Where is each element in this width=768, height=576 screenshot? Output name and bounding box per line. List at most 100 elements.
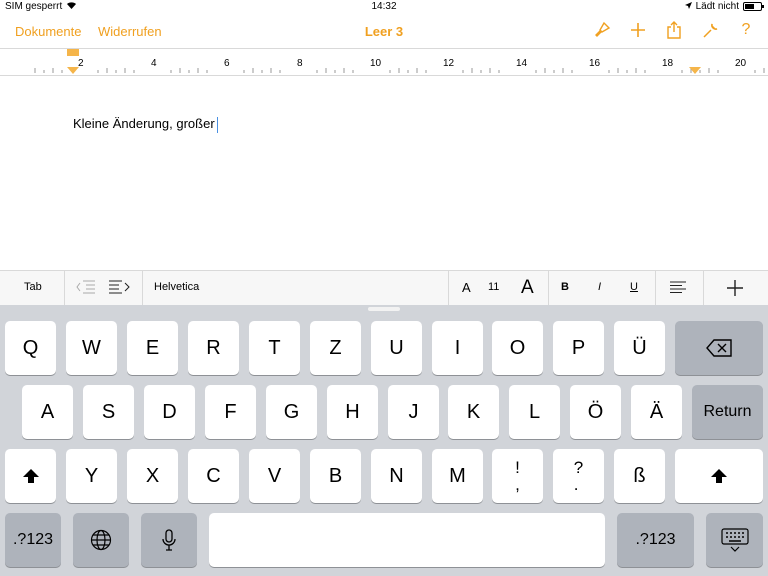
key-oe[interactable]: Ö xyxy=(570,385,621,439)
key-z[interactable]: Z xyxy=(310,321,361,375)
key-i[interactable]: I xyxy=(432,321,483,375)
divider xyxy=(548,271,549,305)
document-canvas[interactable]: Kleine Änderung, großer xyxy=(0,75,768,270)
key-l[interactable]: L xyxy=(509,385,560,439)
shift-icon xyxy=(22,469,39,483)
divider xyxy=(448,271,449,305)
key-question-period[interactable]: ? . xyxy=(553,449,604,503)
document-text: Kleine Änderung, großer xyxy=(73,116,215,131)
shift-icon xyxy=(711,469,727,483)
key-g[interactable]: G xyxy=(266,385,317,439)
keyboard: Q W E R T Z U I O P Ü A S D F G H J K L … xyxy=(0,305,768,576)
outdent-icon[interactable] xyxy=(76,280,96,297)
hide-keyboard-key[interactable] xyxy=(706,513,763,567)
ruler-number: 14 xyxy=(516,58,528,69)
key-o[interactable]: O xyxy=(492,321,543,375)
ruler-number: 16 xyxy=(589,58,601,69)
key-e[interactable]: E xyxy=(127,321,178,375)
keyboard-hide-icon xyxy=(720,528,749,552)
divider xyxy=(142,271,143,305)
battery-icon xyxy=(743,2,764,11)
key-b[interactable]: B xyxy=(310,449,361,503)
bold-button[interactable]: B xyxy=(561,281,569,293)
key-k[interactable]: K xyxy=(448,385,499,439)
shift-right-key[interactable] xyxy=(675,449,763,503)
key-a[interactable]: A xyxy=(22,385,73,439)
globe-key[interactable] xyxy=(73,513,129,567)
align-left-icon[interactable] xyxy=(670,281,686,297)
text-cursor xyxy=(216,116,218,133)
divider xyxy=(655,271,656,305)
key-v[interactable]: V xyxy=(249,449,300,503)
key-p[interactable]: P xyxy=(553,321,604,375)
ruler-ticks xyxy=(34,68,765,73)
navigation-bar: Dokumente Widerrufen Leer 3 ? xyxy=(0,14,768,48)
location-icon xyxy=(684,1,692,12)
document-text-line[interactable]: Kleine Änderung, großer xyxy=(73,116,218,133)
key-ue[interactable]: Ü xyxy=(614,321,665,375)
key-r[interactable]: R xyxy=(188,321,239,375)
status-time: 14:32 xyxy=(371,1,397,12)
backspace-icon xyxy=(706,339,732,357)
key-s[interactable]: S xyxy=(83,385,134,439)
underline-button[interactable]: U xyxy=(630,281,638,293)
ruler-number: 4 xyxy=(151,58,157,69)
key-j[interactable]: J xyxy=(388,385,439,439)
nav-actions: ? xyxy=(592,20,756,40)
space-bar[interactable] xyxy=(209,513,605,567)
globe-icon xyxy=(90,529,112,551)
key-x[interactable]: X xyxy=(127,449,178,503)
ruler-number: 6 xyxy=(224,58,230,69)
key-y[interactable]: Y xyxy=(66,449,117,503)
key-n[interactable]: N xyxy=(371,449,422,503)
numbers-right-key[interactable]: .?123 xyxy=(617,513,694,567)
microphone-icon xyxy=(162,529,176,551)
right-indent-marker[interactable] xyxy=(689,67,701,74)
add-icon[interactable] xyxy=(628,20,648,40)
shift-left-key[interactable] xyxy=(5,449,56,503)
return-key[interactable]: Return xyxy=(692,385,763,439)
key-q[interactable]: Q xyxy=(5,321,56,375)
charging-status: Lädt nicht xyxy=(695,1,739,12)
divider xyxy=(64,271,65,305)
share-icon[interactable] xyxy=(664,20,684,40)
key-c[interactable]: C xyxy=(188,449,239,503)
format-brush-icon[interactable] xyxy=(592,20,612,40)
numbers-left-key[interactable]: .?123 xyxy=(5,513,61,567)
font-size-value[interactable]: 11 xyxy=(488,281,499,293)
ruler-number: 8 xyxy=(297,58,303,69)
keyboard-handle[interactable] xyxy=(368,307,400,311)
ruler-number: 12 xyxy=(443,58,455,69)
ruler-number: 20 xyxy=(735,58,747,69)
wrench-icon[interactable] xyxy=(700,20,720,40)
status-right: Lädt nicht xyxy=(684,1,764,12)
italic-button[interactable]: I xyxy=(598,281,601,293)
key-ae[interactable]: Ä xyxy=(631,385,682,439)
ruler[interactable]: 2 4 6 8 10 12 14 16 18 20 xyxy=(0,48,768,76)
key-exclaim-comma[interactable]: ! , xyxy=(492,449,543,503)
key-u[interactable]: U xyxy=(371,321,422,375)
ruler-number: 18 xyxy=(662,58,674,69)
status-bar: SIM gesperrt 14:32 Lädt nicht xyxy=(0,0,768,14)
ruler-number: 10 xyxy=(370,58,382,69)
help-icon[interactable]: ? xyxy=(736,20,756,40)
increase-font-size-button[interactable]: A xyxy=(521,277,534,299)
key-h[interactable]: H xyxy=(327,385,378,439)
tab-button[interactable]: Tab xyxy=(24,281,42,293)
backspace-key[interactable] xyxy=(675,321,763,375)
key-eszett[interactable]: ß xyxy=(614,449,665,503)
key-f[interactable]: F xyxy=(205,385,256,439)
dictation-key[interactable] xyxy=(141,513,197,567)
first-line-indent-marker[interactable] xyxy=(67,49,79,56)
divider xyxy=(703,271,704,305)
key-t[interactable]: T xyxy=(249,321,300,375)
key-d[interactable]: D xyxy=(144,385,195,439)
indent-icon[interactable] xyxy=(108,280,130,297)
key-w[interactable]: W xyxy=(66,321,117,375)
format-bar: Tab Helvetica A 11 A B I U xyxy=(0,270,768,305)
key-m[interactable]: M xyxy=(432,449,483,503)
insert-plus-icon[interactable] xyxy=(727,280,743,299)
font-name-button[interactable]: Helvetica xyxy=(154,281,199,293)
left-indent-marker[interactable] xyxy=(67,67,79,74)
decrease-font-size-button[interactable]: A xyxy=(462,280,471,295)
